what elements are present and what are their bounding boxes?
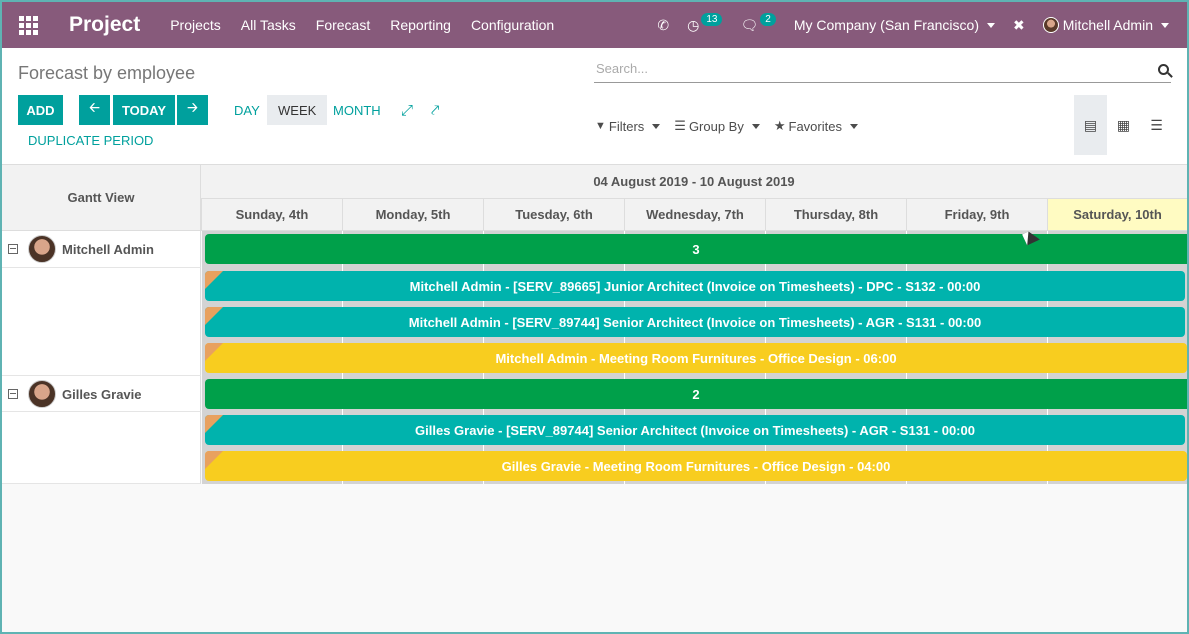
apps-menu-icon[interactable] (17, 14, 39, 36)
task-pill[interactable]: Gilles Gravie - Meeting Room Furnitures … (205, 451, 1187, 481)
company-label: My Company (San Francisco) (793, 17, 979, 33)
chevron-down-icon (849, 123, 858, 129)
app-brand: Project (69, 13, 141, 36)
favorites-label: Favorites (788, 118, 842, 134)
gantt-grid: 3 Mitchell Admin - [SERV_89665] Junior A… (202, 231, 1187, 376)
favorites-dropdown[interactable]: ★ Favorites (774, 118, 858, 134)
control-panel: Forecast by employee ADD 🡠 TODAY 🡢 DUPLI… (2, 48, 1187, 165)
previous-button[interactable]: 🡠 (79, 95, 110, 125)
filters-dropdown[interactable]: ▼ Filters (595, 118, 661, 134)
day-header: Friday, 9th (906, 199, 1047, 231)
filters-label: Filters (608, 118, 645, 134)
chevron-down-icon (987, 22, 995, 28)
phone-icon[interactable]: ✆ (657, 17, 669, 34)
page-title: Forecast by employee (18, 63, 196, 83)
groupby-dropdown[interactable]: ☰ Group By (674, 118, 760, 134)
duplicate-period-button[interactable]: DUPLICATE PERIOD (28, 133, 153, 148)
day-header: Tuesday, 6th (483, 199, 624, 231)
day-header: Thursday, 8th (765, 199, 906, 231)
task-pill[interactable]: Gilles Gravie - [SERV_89744] Senior Arch… (205, 415, 1185, 445)
gantt-grid: 2 Gilles Gravie - [SERV_89744] Senior Ar… (202, 376, 1187, 484)
chevron-down-icon (1161, 22, 1169, 28)
navbar-systray: ✆ ◷ 13 🗨 2 My Company (San Francisco) ✖ … (657, 2, 1187, 48)
main-menu: Projects All Tasks Forecast Reporting Co… (170, 17, 574, 33)
group-row-gilles[interactable]: Gilles Gravie (2, 376, 201, 412)
avatar (28, 380, 56, 408)
day-header: Sunday, 4th (201, 199, 342, 231)
menu-forecast[interactable]: Forecast (316, 17, 370, 33)
scale-day-button[interactable]: DAY (223, 95, 271, 125)
list-view-icon[interactable]: ☰ (1140, 95, 1173, 155)
today-button[interactable]: TODAY (113, 95, 175, 125)
group-body-label (2, 412, 201, 484)
top-navbar: Project Projects All Tasks Forecast Repo… (2, 2, 1187, 48)
star-icon: ★ (773, 118, 786, 133)
day-header: Wednesday, 7th (624, 199, 765, 231)
day-header: Monday, 5th (342, 199, 483, 231)
avatar (28, 235, 56, 263)
menu-all-tasks[interactable]: All Tasks (241, 17, 296, 33)
menu-configuration[interactable]: Configuration (471, 17, 554, 33)
messages-badge: 2 (760, 12, 776, 26)
task-pill[interactable]: Mitchell Admin - [SERV_89665] Junior Arc… (205, 271, 1185, 301)
company-switcher[interactable]: My Company (San Francisco) (794, 17, 995, 33)
collapse-group-icon[interactable] (8, 244, 18, 254)
grid-view-icon[interactable]: ▦ (1107, 95, 1140, 155)
group-body-label (2, 268, 201, 376)
collapse-group-icon[interactable] (8, 389, 18, 399)
group-name: Mitchell Admin (62, 241, 154, 257)
clock-icon: ◷ (687, 16, 700, 33)
search-options: ▼ Filters ☰ Group By ★ Favorites (595, 118, 872, 134)
user-avatar (1042, 17, 1059, 33)
list-icon: ☰ (674, 118, 686, 133)
debug-icon[interactable]: ✖ (1013, 17, 1025, 34)
activity-badge: 13 (701, 12, 723, 26)
arrow-left-icon: 🡠 (89, 100, 100, 115)
menu-projects[interactable]: Projects (170, 17, 221, 33)
chat-icon: 🗨 (740, 16, 759, 33)
group-summary-bar[interactable]: 2 (205, 379, 1187, 409)
chevron-down-icon (652, 123, 661, 129)
view-switcher: ▤ ▦ ☰ (1074, 95, 1173, 155)
task-pill[interactable]: Mitchell Admin - Meeting Room Furnitures… (205, 343, 1187, 373)
gantt-date-range: 04 August 2019 - 10 August 2019 (201, 165, 1187, 199)
task-label: Mitchell Admin - [SERV_89665] Junior Arc… (409, 278, 981, 294)
user-menu[interactable]: Mitchell Admin (1042, 17, 1169, 33)
gantt-view-icon[interactable]: ▤ (1074, 95, 1107, 155)
groupby-label: Group By (688, 118, 744, 134)
gantt-title: Gantt View (2, 165, 201, 231)
task-pill[interactable]: Mitchell Admin - [SERV_89744] Senior Arc… (205, 307, 1185, 337)
activity-button[interactable]: ◷ 13 (687, 12, 723, 34)
menu-reporting[interactable]: Reporting (390, 17, 451, 33)
day-header-today: Saturday, 10th (1047, 199, 1187, 231)
search-input[interactable]: Search... (594, 61, 1171, 83)
search-icon[interactable] (1158, 64, 1169, 75)
collapse-icon[interactable]: ⤤ (420, 95, 450, 125)
scale-week-button[interactable]: WEEK (267, 95, 328, 125)
add-button[interactable]: ADD (18, 95, 63, 125)
messages-button[interactable]: 🗨 2 (740, 12, 776, 34)
scale-month-button[interactable]: MONTH (322, 95, 392, 125)
task-label: Mitchell Admin - Meeting Room Furnitures… (495, 350, 897, 366)
arrow-right-icon: 🡢 (187, 100, 198, 115)
group-name: Gilles Gravie (62, 386, 142, 402)
next-button[interactable]: 🡢 (177, 95, 208, 125)
group-row-mitchell[interactable]: Mitchell Admin (2, 231, 201, 268)
task-label: Mitchell Admin - [SERV_89744] Senior Arc… (408, 314, 982, 330)
chevron-down-icon (751, 123, 760, 129)
task-label: Gilles Gravie - Meeting Room Furnitures … (501, 458, 891, 474)
task-label: Gilles Gravie - [SERV_89744] Senior Arch… (415, 422, 975, 438)
funnel-icon: ▼ (595, 120, 606, 132)
user-name: Mitchell Admin (1062, 17, 1153, 33)
expand-icon[interactable]: ⤢ (390, 95, 424, 125)
